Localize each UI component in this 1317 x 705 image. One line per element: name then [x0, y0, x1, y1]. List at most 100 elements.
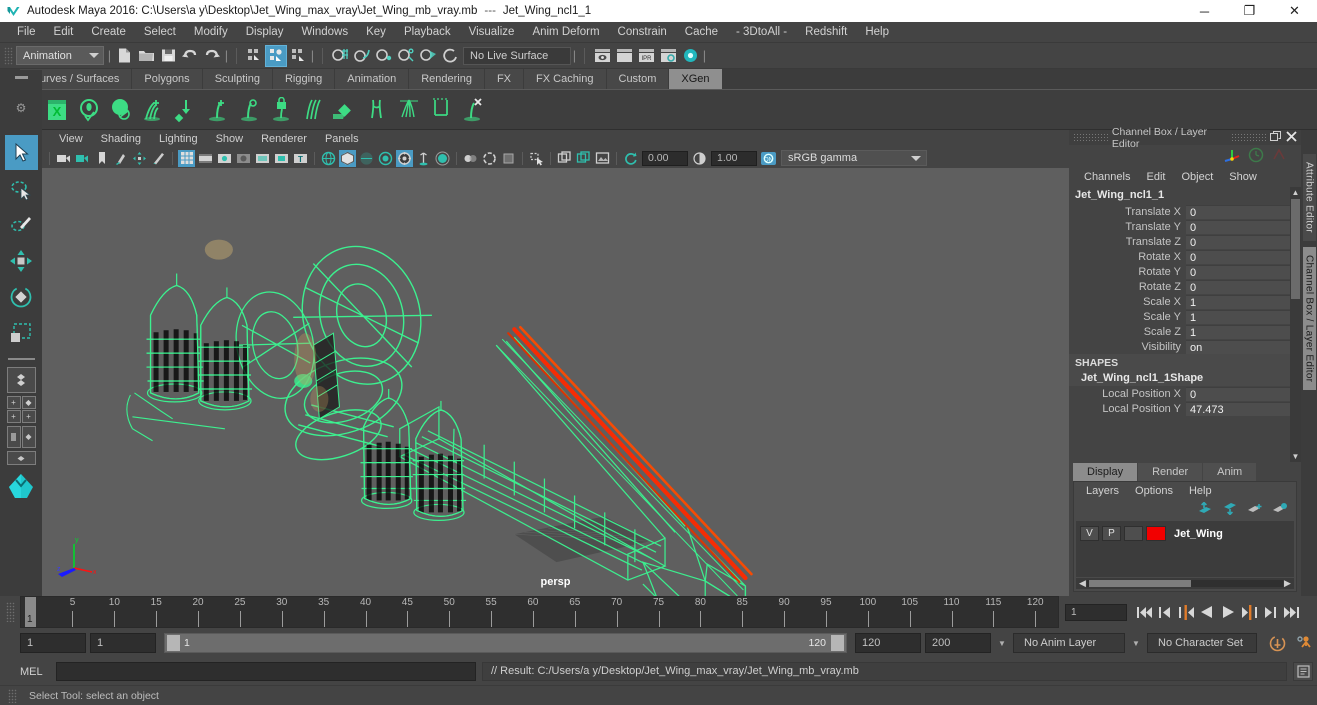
select-tool[interactable] [4, 135, 38, 170]
play-forwards-icon[interactable] [1218, 602, 1238, 622]
shelf-tab-rendering[interactable]: Rendering [409, 69, 485, 89]
select-by-component-icon[interactable] [287, 45, 309, 67]
place-guides-icon[interactable] [170, 94, 200, 126]
bookmark-icon[interactable] [93, 150, 110, 167]
viewport-menu-renderer[interactable]: Renderer [252, 133, 316, 145]
render-sequence-icon[interactable] [613, 45, 635, 67]
channel-box-scrollbar[interactable]: ▲ ▼ [1290, 187, 1301, 462]
viewport-menu-shading[interactable]: Shading [92, 133, 150, 145]
reset-exposure-icon[interactable] [622, 150, 639, 167]
lasso-select-tool[interactable] [5, 171, 38, 206]
maximize-button[interactable]: ❐ [1227, 0, 1272, 22]
view-image-icon[interactable] [594, 150, 611, 167]
layer-visibility-toggle[interactable]: V [1080, 526, 1099, 541]
layer-menu-help[interactable]: Help [1183, 485, 1218, 497]
undo-icon[interactable] [179, 45, 201, 67]
density-icon[interactable] [330, 94, 360, 126]
grease-pencil-icon[interactable] [150, 150, 167, 167]
cut-icon[interactable] [426, 94, 456, 126]
open-scene-icon[interactable] [135, 45, 157, 67]
grid-icon[interactable] [178, 149, 195, 167]
move-layer-down-icon[interactable] [1222, 502, 1238, 518]
new-scene-icon[interactable] [113, 45, 135, 67]
isolate-select-icon[interactable] [528, 150, 545, 167]
channelbox-menu-channels[interactable]: Channels [1077, 171, 1137, 183]
menu-set-selector[interactable]: Animation [16, 46, 104, 65]
channel-highlight-icon[interactable] [1271, 147, 1287, 166]
layer-row[interactable]: V P Jet_Wing [1080, 526, 1290, 541]
outliner-persp-layout[interactable] [6, 451, 36, 465]
new-layer-icon[interactable] [1247, 502, 1263, 518]
scroll-right-icon[interactable]: ▶ [1283, 578, 1292, 589]
shadows-icon[interactable] [415, 150, 432, 167]
play-backwards-icon[interactable] [1197, 602, 1217, 622]
toolbar-grip[interactable] [4, 46, 13, 65]
range-start-field[interactable]: 1 [90, 633, 156, 653]
shelf-tab-sculpting[interactable]: Sculpting [202, 69, 273, 89]
comb-icon[interactable] [298, 94, 328, 126]
command-language-label[interactable]: MEL [20, 666, 50, 678]
shelf-tab-fx[interactable]: FX [484, 69, 525, 89]
channel-value[interactable]: 1 [1186, 309, 1290, 324]
render-view-icon[interactable] [591, 45, 613, 67]
menu-anim-deform[interactable]: Anim Deform [523, 22, 608, 43]
gear-icon[interactable]: ⚙ [16, 101, 27, 115]
shelf-tab-polygons[interactable]: Polygons [132, 69, 203, 89]
shelf-tab-fx-caching[interactable]: FX Caching [524, 69, 607, 89]
character-set-selector[interactable]: No Character Set [1147, 633, 1257, 653]
menu-file[interactable]: File [8, 22, 45, 43]
select-by-hierarchy-icon[interactable] [243, 45, 265, 67]
two-pane-layout[interactable] [6, 426, 36, 448]
redo-icon[interactable] [201, 45, 223, 67]
step-forward-keyframe-icon[interactable] [1260, 602, 1280, 622]
layer-name[interactable]: Jet_Wing [1174, 528, 1223, 540]
color-management-toggle[interactable]: ON [760, 150, 777, 167]
shelf-tab-rigging[interactable]: Rigging [272, 69, 336, 89]
single-perspective-layout[interactable] [6, 367, 36, 393]
rotate-tool[interactable] [5, 279, 38, 314]
film-origin-icon[interactable] [254, 150, 271, 167]
anim-layer-selector[interactable]: No Anim Layer [1013, 633, 1125, 653]
viewport-menu-view[interactable]: View [50, 133, 92, 145]
sculpt-guide-icon[interactable] [234, 94, 264, 126]
lock-camera-icon[interactable] [74, 150, 91, 167]
channel-value[interactable]: 0 [1186, 264, 1290, 279]
layer-menu-layers[interactable]: Layers [1080, 485, 1125, 497]
xray-icon[interactable]: T [292, 150, 309, 167]
channel-value[interactable]: 0 [1186, 249, 1290, 264]
live-surface-field[interactable]: No Live Surface [463, 46, 571, 65]
channel-speed-icon[interactable] [1248, 147, 1264, 166]
resolution-gate-icon[interactable] [216, 150, 233, 167]
step-back-keyframe-icon[interactable] [1155, 602, 1175, 622]
animation-preferences-icon[interactable] [1293, 634, 1317, 653]
panel-grip-right[interactable] [1231, 133, 1266, 142]
layer-playback-toggle[interactable]: P [1102, 526, 1121, 541]
layer-state-toggle[interactable] [1124, 526, 1143, 541]
menu-redshift[interactable]: Redshift [796, 22, 856, 43]
menu-cache[interactable]: Cache [676, 22, 727, 43]
xray-active-icon[interactable] [575, 150, 592, 167]
render-settings-icon[interactable] [657, 45, 679, 67]
tab-anim[interactable]: Anim [1203, 463, 1257, 481]
tab-render[interactable]: Render [1138, 463, 1203, 481]
panel-grip-left[interactable] [1073, 133, 1108, 142]
shade-wireframe-icon[interactable] [358, 150, 375, 167]
chevron-down-icon-2[interactable]: ▼ [1129, 633, 1143, 653]
save-scene-icon[interactable] [157, 45, 179, 67]
lock-guide-icon[interactable] [266, 94, 296, 126]
make-live-icon[interactable] [439, 45, 461, 67]
snap-to-point-icon[interactable] [373, 45, 395, 67]
menu-select[interactable]: Select [135, 22, 185, 43]
textured-icon[interactable] [377, 150, 394, 167]
layer-menu-options[interactable]: Options [1129, 485, 1179, 497]
menu-constrain[interactable]: Constrain [609, 22, 676, 43]
channel-value[interactable]: 0 [1186, 219, 1290, 234]
step-forward-frame-icon[interactable] [1239, 602, 1259, 622]
channel-value[interactable]: 47.473 [1186, 401, 1290, 416]
step-back-frame-icon[interactable] [1176, 602, 1196, 622]
animation-end-field[interactable]: 200 [925, 633, 991, 653]
shape-node-name[interactable]: Jet_Wing_ncl1_1Shape [1069, 371, 1290, 386]
channel-value[interactable]: 0 [1186, 234, 1290, 249]
channel-value[interactable]: 1 [1186, 294, 1290, 309]
hypershade-persp-layout[interactable] [3, 468, 39, 502]
